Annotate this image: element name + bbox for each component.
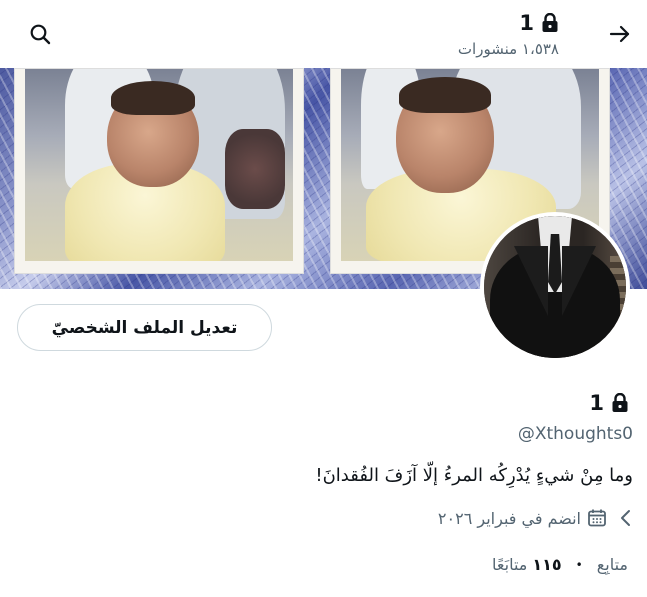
header-title-block: 1 ١،٥٣٨ منشورات xyxy=(458,10,559,58)
followers-label: متابِع xyxy=(596,555,628,574)
display-name-row: 1 xyxy=(589,390,629,416)
joined-text: انضم في فبراير ٢٠٢٦ xyxy=(437,508,581,528)
profile-avatar[interactable] xyxy=(480,212,630,362)
search-icon xyxy=(30,24,51,45)
calendar-icon xyxy=(588,509,606,527)
separator-dot: • xyxy=(575,557,583,572)
avatar-image xyxy=(484,216,626,358)
posts-count-line: ١،٥٣٨ منشورات xyxy=(458,40,559,58)
profile-bio: وما مِنْ شيءٍ يُدْرِكُه المرءُ إلّا آزَف… xyxy=(315,465,633,486)
back-button[interactable] xyxy=(600,14,640,54)
edit-profile-button[interactable]: تعديل الملف الشخصيّ xyxy=(17,304,272,351)
top-bar: 1 ١،٥٣٨ منشورات xyxy=(0,0,647,68)
following-stat[interactable]: ١١٥ متابَعًا xyxy=(492,555,562,574)
followers-stat[interactable]: متابِع xyxy=(597,555,633,574)
arrow-right-icon xyxy=(609,25,630,43)
lock-icon xyxy=(612,393,628,412)
posts-label: منشورات xyxy=(457,40,518,58)
display-name: 1 xyxy=(589,391,604,415)
banner-photo-left xyxy=(14,68,304,274)
user-handle: @Xthoughts0 xyxy=(517,424,633,444)
search-button[interactable] xyxy=(20,14,60,54)
lock-icon xyxy=(542,13,558,32)
following-count: ١١٥ xyxy=(532,555,562,574)
joined-date: انضم في فبراير ٢٠٢٦ xyxy=(438,508,607,528)
follow-stats: ١١٥ متابَعًا • متابِع xyxy=(492,555,633,574)
chevron-left-icon[interactable] xyxy=(619,509,633,531)
header-title: 1 xyxy=(519,11,534,35)
following-label: متابَعًا xyxy=(492,555,528,574)
posts-count: ١،٥٣٨ xyxy=(521,40,559,58)
